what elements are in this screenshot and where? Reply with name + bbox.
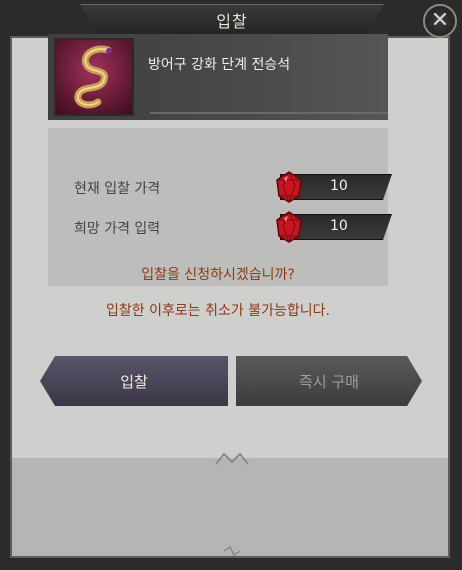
- current-bid-value: 10: [330, 178, 348, 194]
- dialog-title: 입찰: [216, 12, 248, 31]
- coiled-scroll-icon: [54, 38, 134, 116]
- warning-message: 입찰한 이후로는 취소가 불가능합니다.: [106, 303, 330, 319]
- desired-price-label: 희망 가격 입력: [74, 221, 161, 237]
- current-bid-label: 현재 입찰 가격: [74, 181, 161, 197]
- bid-dialog: 입찰 ✕ 방어구 강화 단계 전승석 현재 입찰 가격 10 희망 가격 입력 …: [0, 0, 462, 570]
- bid-button[interactable]: 입찰: [40, 356, 228, 406]
- bid-button-label: 입찰: [120, 372, 148, 391]
- footer-ornament: [215, 452, 249, 465]
- red-gem-icon: [276, 211, 302, 243]
- item-icon-graphic: [74, 45, 112, 109]
- title-tab: 입찰: [80, 4, 384, 36]
- close-button[interactable]: ✕: [423, 4, 457, 38]
- desired-price-value[interactable]: 10: [330, 218, 348, 234]
- instant-buy-button[interactable]: 즉시 구매: [236, 356, 422, 406]
- item-underline: [150, 112, 388, 114]
- confirm-message: 입찰을 신청하시겠습니까?: [141, 267, 295, 283]
- item-name: 방어구 강화 단계 전승석: [148, 57, 291, 73]
- red-gem-icon: [276, 171, 302, 203]
- panel-footer-band: [12, 458, 448, 556]
- close-icon: ✕: [430, 8, 450, 33]
- instant-buy-button-label: 즉시 구매: [299, 372, 359, 391]
- bid-info-box: [48, 128, 388, 286]
- footer-bottom-ornament: [223, 546, 241, 556]
